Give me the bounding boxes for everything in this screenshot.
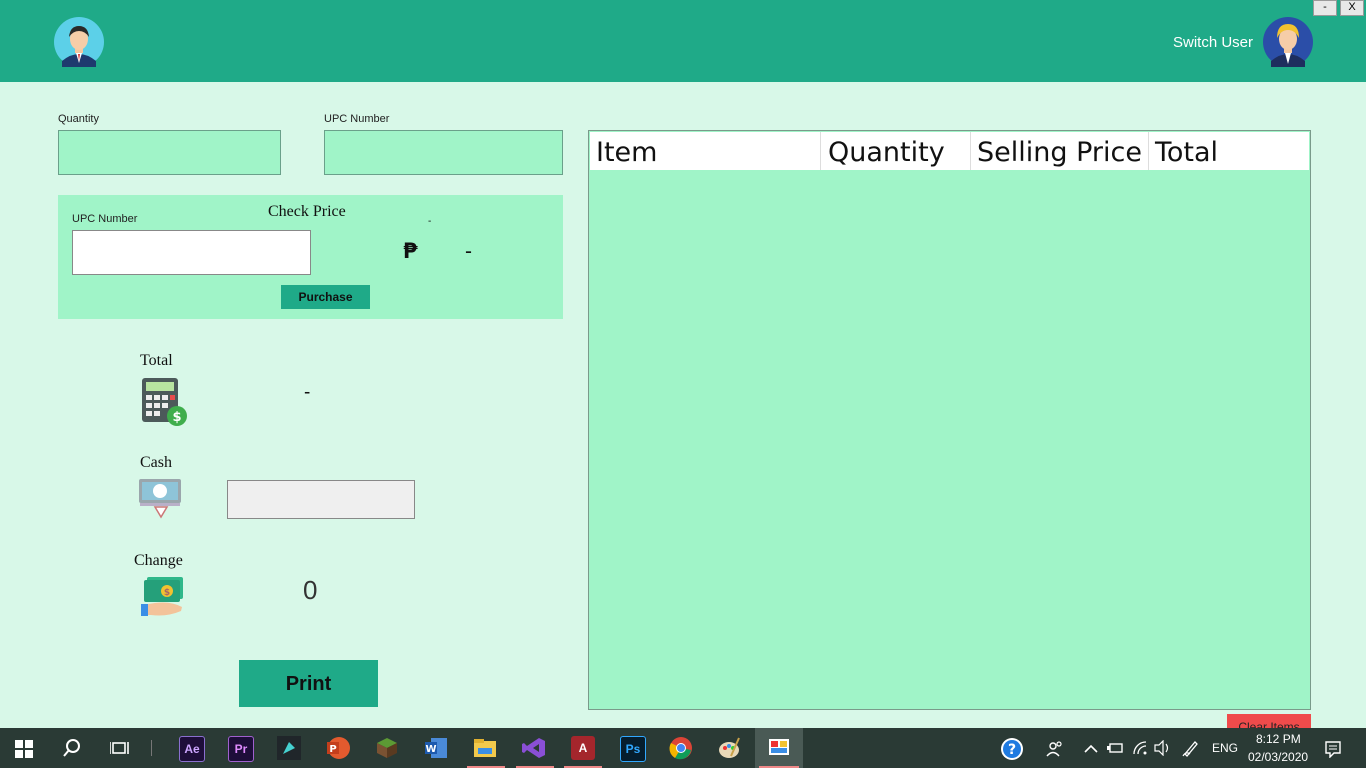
help-icon[interactable]: ?: [1000, 737, 1024, 761]
svg-text:P: P: [329, 744, 336, 755]
purchase-button[interactable]: Purchase: [281, 285, 370, 309]
calculator-icon: $: [141, 377, 189, 427]
header-divider: [820, 132, 821, 170]
svg-text:$: $: [172, 410, 181, 425]
search-icon[interactable]: [62, 738, 82, 758]
print-button[interactable]: Print: [239, 660, 378, 707]
chrome-icon[interactable]: [669, 736, 693, 760]
header-divider: [970, 132, 971, 170]
print-button-label: Print: [285, 673, 332, 695]
total-label: Total: [140, 352, 173, 369]
check-price-upc-input[interactable]: [72, 230, 311, 275]
chevron-up-icon[interactable]: [1084, 742, 1098, 754]
upc-number-label: UPC Number: [324, 113, 390, 125]
premiere-icon[interactable]: Pr: [228, 736, 254, 762]
clock-date[interactable]: 02/03/2020: [1248, 750, 1308, 764]
check-price-value: -: [465, 240, 472, 263]
after-effects-icon[interactable]: Ae: [179, 736, 205, 762]
check-price-small-dash: -: [428, 216, 432, 227]
user-avatar-icon: [54, 17, 104, 67]
minimize-icon: -: [1313, 0, 1337, 16]
filmora-icon[interactable]: [277, 736, 301, 760]
close-icon: X: [1340, 0, 1364, 16]
cash-icon: [138, 477, 184, 519]
minecraft-icon[interactable]: [375, 736, 399, 760]
app-header: [0, 0, 1366, 82]
quantity-label: Quantity: [58, 113, 99, 125]
visual-studio-icon[interactable]: [521, 736, 547, 760]
column-header-quantity[interactable]: Quantity: [828, 133, 945, 169]
taskbar-separator: [151, 740, 152, 756]
access-icon[interactable]: A: [571, 736, 595, 760]
file-explorer-icon[interactable]: [472, 736, 498, 760]
column-header-item[interactable]: Item: [596, 133, 657, 169]
photoshop-icon[interactable]: Ps: [620, 736, 646, 762]
clock-time[interactable]: 8:12 PM: [1256, 732, 1301, 746]
volume-icon[interactable]: [1154, 739, 1172, 757]
check-price-title: Check Price: [268, 203, 346, 220]
column-header-total[interactable]: Total: [1155, 133, 1218, 169]
svg-text:?: ?: [1008, 742, 1016, 758]
svg-text:W: W: [425, 744, 436, 755]
column-header-selling-price[interactable]: Selling Price: [977, 133, 1142, 169]
windows-start-icon[interactable]: [15, 740, 33, 758]
change-label: Change: [134, 552, 183, 569]
pos-app-icon[interactable]: [767, 736, 791, 760]
currency-symbol: ₱: [403, 239, 418, 263]
close-button[interactable]: X: [1340, 0, 1364, 16]
people-icon[interactable]: [1046, 740, 1064, 758]
pen-icon[interactable]: [1182, 739, 1200, 757]
paint-icon[interactable]: [717, 736, 741, 760]
wifi-icon[interactable]: [1132, 740, 1150, 756]
purchase-button-label: Purchase: [298, 290, 353, 304]
items-table[interactable]: [588, 130, 1311, 710]
change-value: 0: [303, 575, 318, 605]
task-view-icon[interactable]: [109, 739, 130, 757]
notifications-icon[interactable]: [1324, 740, 1342, 759]
cash-input[interactable]: [227, 480, 415, 519]
cash-label: Cash: [140, 454, 172, 471]
powerpoint-icon[interactable]: P: [325, 736, 351, 760]
header-divider: [1148, 132, 1149, 170]
language-indicator[interactable]: ENG: [1212, 741, 1238, 755]
check-price-upc-label: UPC Number: [72, 213, 138, 225]
switch-user-avatar-icon[interactable]: [1263, 17, 1313, 67]
word-icon[interactable]: W: [423, 736, 449, 760]
battery-icon[interactable]: [1106, 741, 1124, 755]
money-hand-icon: $: [141, 575, 185, 617]
total-value: -: [304, 382, 311, 403]
minimize-button[interactable]: -: [1313, 0, 1337, 16]
svg-text:$: $: [164, 588, 170, 598]
switch-user-link[interactable]: Switch User: [1173, 34, 1253, 51]
upc-number-input[interactable]: [324, 130, 563, 175]
quantity-input[interactable]: [58, 130, 281, 175]
